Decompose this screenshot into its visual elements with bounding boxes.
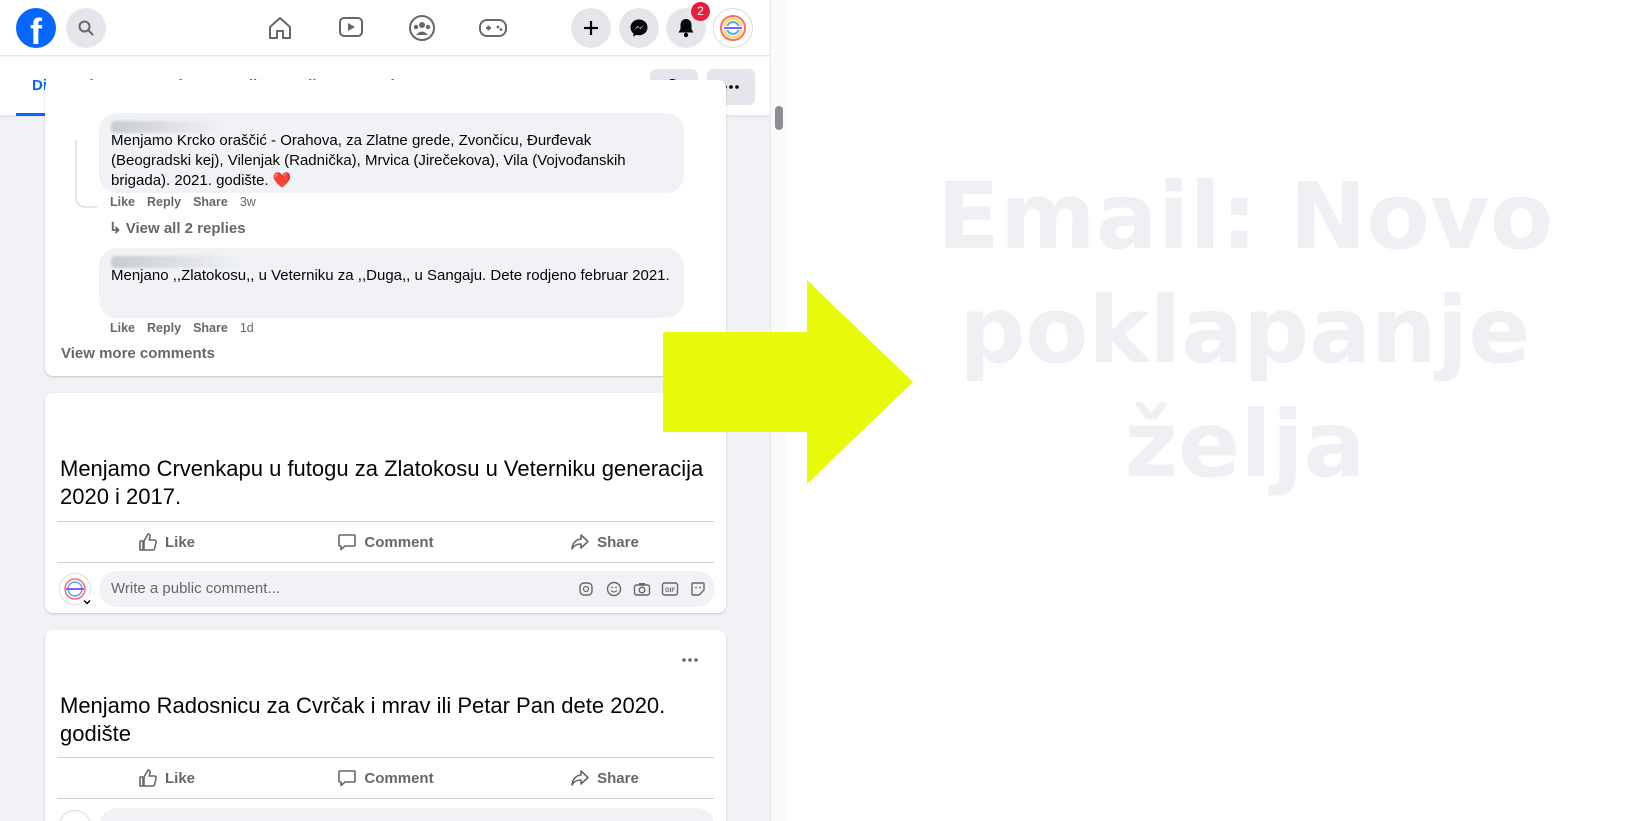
emoji-icon[interactable] [605,580,623,598]
post-card: Menjamo Crvenkapu u futogu za Zlatokosu … [45,393,726,613]
post-actions-bar: Like Comment Share [57,521,714,563]
blurred-author-name [111,256,241,268]
svg-text:GIF: GIF [665,588,675,594]
comment-input[interactable]: Write a public comment... GIF [99,571,715,607]
share-button[interactable]: Share [495,758,714,798]
comment-bubble: Menjano ,,Zlatokosu,, u Veterniku za ,,D… [99,248,684,318]
share-button[interactable]: Share [495,522,714,562]
comment-icon [338,770,357,787]
gaming-icon[interactable] [473,10,513,46]
chevron-down-icon[interactable] [81,595,93,607]
comment-text: Menjano ,,Zlatokosu,, u Veterniku za ,,D… [111,267,670,284]
share-icon [571,770,589,786]
post-actions-bar: Like Comment Share [57,757,714,799]
screen: f 2 Menjamo Krcko oraščić - Orahova, za … [0,0,1641,821]
like-button[interactable]: Like [57,522,276,562]
profile-avatar[interactable] [713,8,753,48]
comment-bubble: Menjamo Krcko oraščić - Orahova, za Zlat… [99,113,684,193]
post-text: Menjamo Crvenkapu u futogu za Zlatokosu … [60,456,704,509]
comment-tools: GIF [577,580,707,598]
home-icon[interactable] [260,10,300,46]
comment-like-link[interactable]: Like [110,195,135,209]
video-icon[interactable] [331,10,371,46]
comment-actions: Like Reply Share 1d [110,321,254,335]
bell-icon[interactable]: 2 [666,2,710,48]
overlay-caption: Email: Novo poklapanje želja [936,163,1554,498]
like-button[interactable]: Like [57,758,276,798]
sticker-icon[interactable] [689,580,707,598]
avatar-sticker-icon[interactable] [577,580,595,598]
comment-timestamp[interactable]: 1d [240,321,254,335]
gif-icon[interactable]: GIF [661,580,679,598]
view-more-comments-link[interactable]: View more comments [61,345,215,362]
avatar[interactable] [59,810,91,821]
post-card: Menjamo Radosnicu za Cvrčak i mrav ili P… [45,630,726,821]
comment-button[interactable]: Comment [276,758,495,798]
camera-icon[interactable] [633,580,651,598]
notification-count-badge: 2 [691,2,710,21]
post-more-dots-icon[interactable] [678,650,702,670]
comment-reply-link[interactable]: Reply [147,321,181,335]
view-replies-link[interactable]: ↳ View all 2 replies [109,219,246,237]
facebook-group-panel: f 2 Menjamo Krcko oraščić - Orahova, za … [0,0,770,821]
facebook-logo-icon[interactable]: f [16,8,56,48]
comment-button[interactable]: Comment [276,522,495,562]
search-icon[interactable] [66,8,106,48]
write-comment-row: Write a public comment... GIF [59,571,715,607]
comment-actions: Like Reply Share 3w [110,195,256,209]
create-plus-icon[interactable] [571,8,611,48]
comment-like-link[interactable]: Like [110,321,135,335]
share-icon [571,534,589,550]
thumbs-up-icon [139,533,157,551]
thumbs-up-icon [139,769,157,787]
blurred-author-name [111,121,221,133]
reply-arrow-icon: ↳ [109,220,126,237]
post-text: Menjamo Radosnicu za Cvrčak i mrav ili P… [60,693,666,746]
post-card-comments: Menjamo Krcko oraščić - Orahova, za Zlat… [45,80,726,376]
yellow-arrow-icon [663,280,913,484]
comment-icon [338,534,357,551]
thread-connector [75,140,97,208]
write-comment-row [59,808,715,821]
comment-input[interactable] [99,808,715,821]
comment-share-link[interactable]: Share [193,321,228,335]
comment-reply-link[interactable]: Reply [147,195,181,209]
comment-timestamp[interactable]: 3w [240,195,256,209]
scrollbar-thumb[interactable] [775,106,783,130]
comment-share-link[interactable]: Share [193,195,228,209]
groups-icon[interactable] [402,10,442,46]
messenger-icon[interactable] [619,8,659,48]
top-navigation-bar: f 2 [0,0,770,56]
comment-text: Menjamo Krcko oraščić - Orahova, za Zlat… [111,132,626,189]
